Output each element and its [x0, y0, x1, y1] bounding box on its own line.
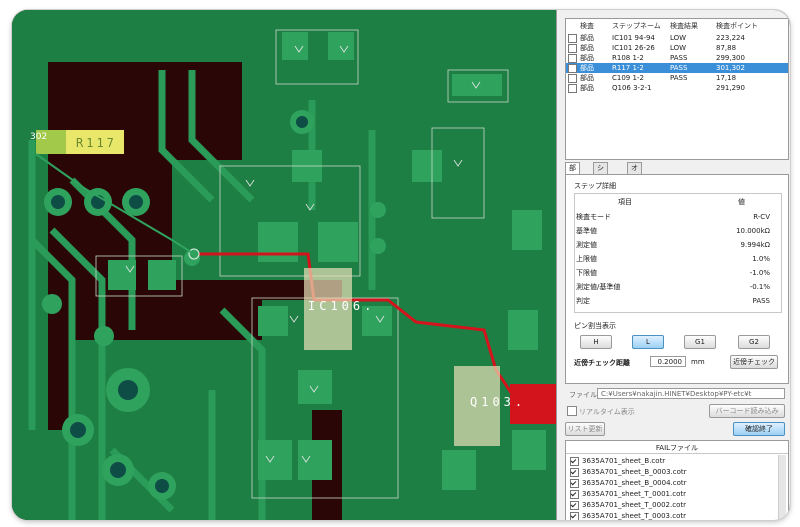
file-path-input[interactable]: C:¥Users¥nakajin.HINET¥Desktop¥PY-etc¥t [597, 388, 785, 399]
step-detail-title: ステップ詳細 [574, 182, 616, 190]
pin-g2-button[interactable]: G2 [738, 335, 770, 349]
cell-kind: 部品 [580, 44, 594, 52]
cell-kind: 部品 [580, 64, 594, 72]
row-checkbox[interactable] [568, 34, 577, 43]
file-label: ファイル [569, 391, 597, 399]
row-checkbox[interactable] [568, 74, 577, 83]
detail-row: 測定値 9.994kΩ [576, 241, 770, 249]
cell-result: LOW [670, 44, 687, 52]
cell-step: R108 1-2 [612, 54, 644, 62]
realtime-label: リアルタイム表示 [579, 408, 635, 416]
fail-list-scrollbar[interactable] [778, 455, 786, 519]
cell-result: LOW [670, 34, 687, 42]
step-row[interactable]: 部品 C109 1-2 PASS 17,18 [566, 73, 788, 83]
fail-file-checkbox[interactable] [570, 500, 579, 510]
row-checkbox[interactable] [568, 54, 577, 63]
cell-result: PASS [670, 64, 688, 72]
detail-row: 測定値/基準値 -0.1% [576, 283, 770, 291]
header-kind[interactable]: 検査 [580, 21, 594, 31]
pin-g1-button[interactable]: G1 [684, 335, 716, 349]
fail-file-checkbox[interactable] [570, 511, 579, 520]
fail-file-checkbox[interactable] [570, 456, 579, 466]
step-row-selected[interactable]: 部品 R117 1-2 PASS 301,302 [566, 63, 788, 73]
detail-row: 基準値 10.000kΩ [576, 227, 770, 235]
r117-label: R117 [76, 136, 117, 150]
step-row[interactable]: 部品 IC101 26-26 LOW 87,88 [566, 43, 788, 53]
cell-point: 291,290 [716, 84, 745, 92]
list-update-button[interactable]: リスト更新 [565, 422, 605, 436]
cell-step: IC101 94-94 [612, 34, 655, 42]
fail-file-item[interactable]: 3635A701_sheet_T_0001.cotr [570, 489, 686, 499]
row-checkbox[interactable] [568, 64, 577, 73]
step-list-header: 検査 ステップネーム 検査結果 検査ポイント [566, 21, 788, 31]
step-row[interactable]: 部品 Q106 3-2-1 291,290 [566, 83, 788, 93]
cell-step: Q106 3-2-1 [612, 84, 652, 92]
detail-row: 上限値 1.0% [576, 255, 770, 263]
col-value-header: 値 [738, 198, 745, 206]
pin-assign-title: ピン割当表示 [574, 322, 616, 330]
pcb-canvas[interactable]: 302 R117 IC106. Q103. [12, 10, 556, 520]
near-check-button[interactable]: 近傍チェック [730, 355, 778, 369]
fail-file-item[interactable]: 3635A701_sheet_B.cotr [570, 456, 665, 466]
detail-row: 検査モード R-CV [576, 213, 770, 221]
cell-kind: 部品 [580, 54, 594, 62]
cell-kind: 部品 [580, 34, 594, 42]
near-unit: mm [691, 358, 705, 366]
cell-result: PASS [670, 54, 688, 62]
cell-point: 301,302 [716, 64, 745, 72]
app-window: 302 R117 IC106. Q103. 検査 ステップネーム 検査結果 検査… [12, 10, 790, 520]
step-row[interactable]: 部品 IC101 94-94 LOW 223,224 [566, 33, 788, 43]
header-point[interactable]: 検査ポイント [716, 21, 758, 31]
near-check-label: 近傍チェック距離 [574, 359, 630, 367]
fail-file-checkbox[interactable] [570, 467, 579, 477]
fail-file-list[interactable]: FAILファイル 3635A701_sheet_B.cotr 3635A701_… [565, 440, 789, 520]
tab-short[interactable]: ショート [593, 162, 608, 205]
fail-file-item[interactable]: 3635A701_sheet_B_0003.cotr [570, 467, 687, 477]
detail-row: 下限値 -1.0% [576, 269, 770, 277]
barcode-button[interactable]: バーコード読み込み [709, 404, 785, 418]
side-panel: 検査 ステップネーム 検査結果 検査ポイント 部品 IC101 94-94 LO… [556, 10, 790, 520]
fail-list-title: FAILファイル [566, 443, 788, 454]
cell-point: 87,88 [716, 44, 737, 52]
cell-point: 17,18 [716, 74, 737, 82]
fail-file-item[interactable]: 3635A701_sheet_B_0004.cotr [570, 478, 687, 488]
cell-step: R117 1-2 [612, 64, 644, 72]
ref-302-label: 302 [30, 132, 47, 142]
cell-step: C109 1-2 [612, 74, 644, 82]
col-item-header: 項目 [618, 198, 632, 206]
fail-file-checkbox[interactable] [570, 489, 579, 499]
cell-point: 299,300 [716, 54, 745, 62]
cell-kind: 部品 [580, 74, 594, 82]
detail-row: 判定 PASS [576, 297, 770, 305]
step-list-table[interactable]: 検査 ステップネーム 検査結果 検査ポイント 部品 IC101 94-94 LO… [565, 18, 789, 160]
finish-check-button[interactable]: 確認終了 [733, 422, 785, 436]
pin-h-button[interactable]: H [580, 335, 612, 349]
pin-l-button[interactable]: L [632, 335, 664, 349]
header-result[interactable]: 検査結果 [670, 21, 698, 31]
row-checkbox[interactable] [568, 84, 577, 93]
tab-open[interactable]: オープン [627, 162, 642, 205]
step-row[interactable]: 部品 R108 1-2 PASS 299,300 [566, 53, 788, 63]
header-step-name[interactable]: ステップネーム [612, 21, 661, 31]
pcb-view[interactable]: 302 R117 IC106. Q103. [12, 10, 556, 520]
fail-file-checkbox[interactable] [570, 478, 579, 488]
ic106-label: IC106. [308, 299, 375, 313]
realtime-checkbox[interactable] [567, 406, 577, 416]
cell-result: PASS [670, 74, 688, 82]
near-distance-input[interactable]: 0.2000 [650, 356, 686, 367]
q103-label: Q103. [470, 395, 526, 409]
cell-kind: 部品 [580, 84, 594, 92]
fail-file-item[interactable]: 3635A701_sheet_T_0002.cotr [570, 500, 686, 510]
fail-file-item[interactable]: 3635A701_sheet_T_0003.cotr [570, 511, 686, 520]
cell-point: 223,224 [716, 34, 745, 42]
cell-step: IC101 26-26 [612, 44, 655, 52]
detail-panel: ステップ詳細 項目 値 検査モード R-CV 基準値 10.000kΩ 測定値 9.9… [565, 174, 789, 384]
row-checkbox[interactable] [568, 44, 577, 53]
